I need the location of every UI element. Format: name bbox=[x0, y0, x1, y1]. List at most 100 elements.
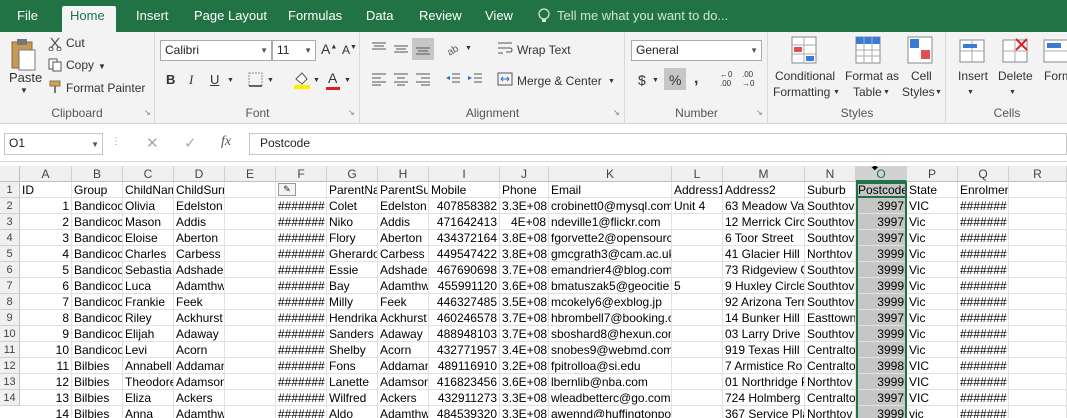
table-cell[interactable]: 12 bbox=[20, 374, 72, 390]
table-cell[interactable]: Addaman bbox=[174, 358, 225, 374]
table-cell[interactable]: ####### bbox=[276, 390, 327, 406]
table-cell[interactable] bbox=[1009, 294, 1067, 310]
table-cell[interactable]: Northtov bbox=[805, 374, 856, 390]
table-cell[interactable]: 724 Holmberg I bbox=[723, 390, 805, 406]
column-header-g[interactable]: G bbox=[327, 166, 378, 182]
delete-dropdown-icon[interactable]: ▼ bbox=[1009, 89, 1016, 96]
column-header-l[interactable]: L bbox=[672, 166, 723, 182]
table-cell[interactable] bbox=[1009, 326, 1067, 342]
clipboard-launcher-icon[interactable]: ↘ bbox=[144, 108, 151, 117]
table-cell[interactable] bbox=[1009, 342, 1067, 358]
table-cell[interactable]: Southtov bbox=[805, 278, 856, 294]
row-header-14[interactable]: 14 bbox=[0, 390, 20, 406]
tab-formulas[interactable]: Formulas bbox=[280, 6, 350, 32]
font-size-select[interactable]: 11 ▼ bbox=[272, 40, 316, 61]
table-cell[interactable]: 5 bbox=[672, 278, 723, 294]
table-cell[interactable]: ####### bbox=[958, 198, 1009, 214]
table-cell[interactable]: 3999 bbox=[856, 342, 907, 358]
table-cell[interactable] bbox=[1009, 406, 1067, 418]
table-cell[interactable]: Bandicoo bbox=[72, 310, 123, 326]
table-cell[interactable]: ####### bbox=[276, 342, 327, 358]
table-cell[interactable]: 3.6E+08 bbox=[500, 374, 549, 390]
table-cell[interactable]: 7 Armistice Ro bbox=[723, 358, 805, 374]
table-cell[interactable]: 3.8E+08 bbox=[500, 246, 549, 262]
table-cell[interactable]: ####### bbox=[276, 310, 327, 326]
paste-dropdown-icon[interactable]: ▼ bbox=[20, 86, 28, 95]
conditional-formatting-line1[interactable]: Conditional bbox=[775, 69, 835, 83]
insert-cells-icon[interactable] bbox=[959, 36, 987, 66]
table-cell[interactable]: 03 Larry Drive bbox=[723, 326, 805, 342]
table-cell[interactable]: 3.7E+08 bbox=[500, 262, 549, 278]
header-cell[interactable]: ChildSurname bbox=[174, 182, 225, 198]
table-cell[interactable]: Vic bbox=[907, 214, 958, 230]
table-cell[interactable]: bmatuszak5@geocitie bbox=[549, 278, 672, 294]
table-cell[interactable]: 3999 bbox=[856, 278, 907, 294]
table-cell[interactable]: ####### bbox=[276, 326, 327, 342]
table-cell[interactable]: 467690698 bbox=[429, 262, 500, 278]
table-cell[interactable]: emandrier4@blog.com bbox=[549, 262, 672, 278]
table-cell[interactable]: Centralto bbox=[805, 342, 856, 358]
table-cell[interactable]: ####### bbox=[276, 294, 327, 310]
table-cell[interactable]: Acorn bbox=[174, 342, 225, 358]
table-cell[interactable]: Bilbies bbox=[72, 358, 123, 374]
increase-indent-icon[interactable] bbox=[467, 72, 483, 86]
table-cell[interactable]: Southtov bbox=[805, 294, 856, 310]
header-cell[interactable]: Group bbox=[72, 182, 123, 198]
percent-button[interactable]: % bbox=[669, 72, 681, 88]
fill-color-icon[interactable] bbox=[293, 71, 311, 89]
table-cell[interactable]: Gherardo bbox=[327, 246, 378, 262]
table-cell[interactable]: 3997 bbox=[856, 230, 907, 246]
table-cell[interactable]: 3999 bbox=[856, 374, 907, 390]
delete-button[interactable]: Delete bbox=[998, 69, 1033, 83]
table-cell[interactable]: Southtov bbox=[805, 214, 856, 230]
align-top-icon[interactable] bbox=[371, 41, 387, 55]
worksheet-grid[interactable]: A B C D E F G H I J K L M N O P Q R 1 2 3 4 5 6 7 8 9 10 11 12 13 14 ID G… bbox=[0, 166, 1067, 418]
decrease-decimal-icon[interactable]: .00 →0 bbox=[742, 70, 754, 88]
alignment-launcher-icon[interactable]: ↘ bbox=[613, 108, 620, 117]
row-header-6[interactable]: 6 bbox=[0, 262, 20, 278]
cut-icon[interactable] bbox=[48, 37, 62, 51]
table-cell[interactable] bbox=[225, 390, 276, 406]
conditional-formatting-icon[interactable] bbox=[791, 36, 819, 66]
table-cell[interactable]: 432771957 bbox=[429, 342, 500, 358]
table-cell[interactable] bbox=[1009, 230, 1067, 246]
table-cell[interactable]: Levi bbox=[123, 342, 174, 358]
column-header-m[interactable]: M bbox=[723, 166, 805, 182]
table-cell[interactable]: 3997 bbox=[856, 390, 907, 406]
table-cell[interactable]: 407858382 bbox=[429, 198, 500, 214]
table-cell[interactable]: fpitrolloa@si.edu bbox=[549, 358, 672, 374]
table-cell[interactable]: 432911273 bbox=[429, 390, 500, 406]
table-cell[interactable]: lbernlib@nba.com bbox=[549, 374, 672, 390]
align-bottom-icon[interactable] bbox=[415, 41, 431, 55]
table-cell[interactable]: Carbess bbox=[174, 246, 225, 262]
orientation-icon[interactable]: ab bbox=[445, 40, 463, 56]
table-cell[interactable]: hbrombell7@booking.com bbox=[549, 310, 672, 326]
header-cell[interactable]: ID bbox=[20, 182, 72, 198]
table-cell[interactable]: Olivia bbox=[123, 198, 174, 214]
table-cell[interactable]: Adamthw bbox=[378, 406, 429, 418]
table-cell[interactable] bbox=[225, 246, 276, 262]
table-cell[interactable]: 488948103 bbox=[429, 326, 500, 342]
column-header-i[interactable]: I bbox=[429, 166, 500, 182]
table-cell[interactable]: ####### bbox=[276, 262, 327, 278]
align-middle-icon[interactable] bbox=[393, 41, 409, 55]
tab-review[interactable]: Review bbox=[411, 6, 470, 32]
table-cell[interactable]: 3.6E+08 bbox=[500, 278, 549, 294]
table-cell[interactable] bbox=[672, 230, 723, 246]
header-cell[interactable]: Postcode bbox=[856, 182, 907, 198]
table-cell[interactable]: 3999 bbox=[856, 406, 907, 418]
increase-decimal-icon[interactable]: ←0.00 bbox=[720, 70, 732, 88]
table-cell[interactable]: 8 bbox=[20, 310, 72, 326]
table-cell[interactable] bbox=[1009, 278, 1067, 294]
table-cell[interactable]: Niko bbox=[327, 214, 378, 230]
table-cell[interactable] bbox=[672, 262, 723, 278]
table-cell[interactable]: 460246578 bbox=[429, 310, 500, 326]
column-header-o[interactable]: O bbox=[856, 166, 907, 182]
table-cell[interactable]: ####### bbox=[276, 358, 327, 374]
table-cell[interactable]: crobinett0@mysql.com bbox=[549, 198, 672, 214]
table-cell[interactable]: Adamthwaite bbox=[174, 406, 225, 418]
table-cell[interactable]: Addaman bbox=[378, 358, 429, 374]
column-header-c[interactable]: C bbox=[123, 166, 174, 182]
table-cell[interactable]: 3998 bbox=[856, 358, 907, 374]
table-cell[interactable]: Colet bbox=[327, 198, 378, 214]
